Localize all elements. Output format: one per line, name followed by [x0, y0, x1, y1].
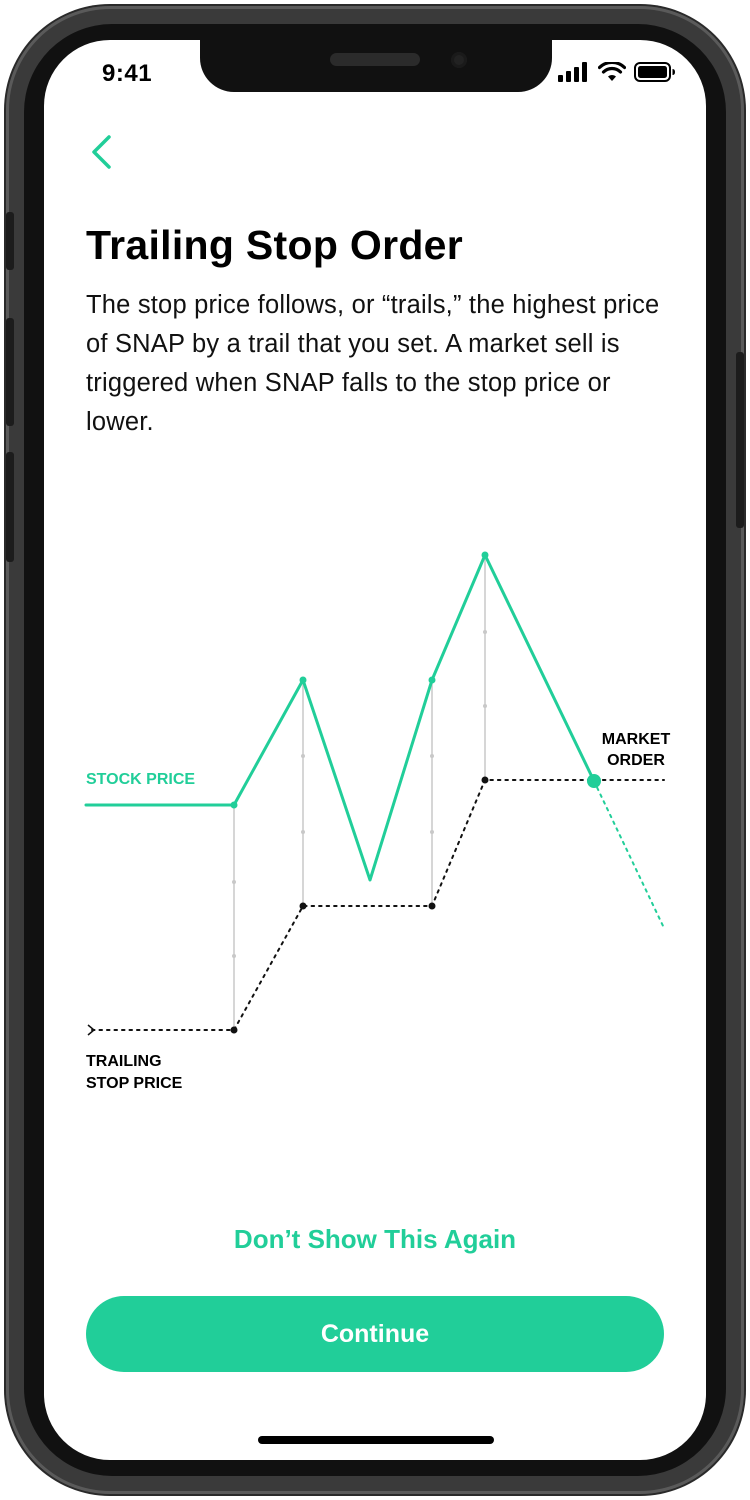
trailing-stop-label-line1: TRAILING — [86, 1053, 162, 1070]
market-order-label-line2: ORDER — [607, 752, 665, 769]
page-title: Trailing Stop Order — [86, 222, 464, 268]
power-button — [736, 352, 744, 528]
camera — [451, 52, 467, 68]
guide-lines — [233, 555, 486, 1030]
trailing-stop-points — [230, 776, 489, 1034]
trailing-stop-arrow-icon — [87, 1024, 96, 1036]
stock-price-line — [84, 553, 596, 882]
battery-icon — [634, 62, 675, 82]
home-indicator[interactable] — [258, 1436, 494, 1444]
speaker — [330, 53, 420, 66]
stock-price-projection — [593, 780, 665, 929]
cellular-signal-icon — [558, 62, 587, 82]
continue-button[interactable]: Continue — [86, 1296, 664, 1372]
dont-show-again-link[interactable]: Don’t Show This Again — [44, 1224, 706, 1255]
market-order-label-line1: MARKET — [602, 731, 671, 748]
status-time: 9:41 — [102, 60, 153, 87]
trailing-stop-line — [91, 779, 665, 1031]
guide-dots — [232, 630, 487, 958]
silent-switch — [6, 212, 14, 270]
description: The stop price follows, or “trails,” the… — [86, 291, 660, 436]
stock-price-points — [230, 551, 601, 809]
chevron-left-icon — [92, 135, 111, 169]
notch — [200, 40, 552, 92]
screen: 9:41 Trailing Stop Order The stop price … — [44, 40, 706, 1460]
back-button[interactable] — [84, 128, 124, 176]
volume-up-button — [6, 318, 14, 426]
wifi-icon — [598, 62, 626, 81]
status-icons — [558, 62, 676, 82]
stock-price-label: STOCK PRICE — [86, 771, 195, 788]
trailing-stop-label-line2: STOP PRICE — [86, 1075, 183, 1092]
volume-down-button — [6, 452, 14, 562]
